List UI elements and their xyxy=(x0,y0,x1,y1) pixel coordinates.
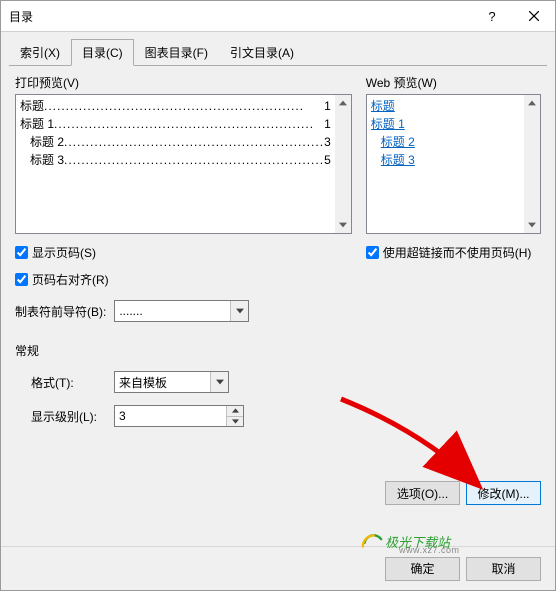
tab-figures[interactable]: 图表目录(F) xyxy=(134,39,219,66)
help-button[interactable]: ? xyxy=(471,1,513,31)
scroll-down-icon[interactable] xyxy=(524,217,540,233)
scrollbar[interactable] xyxy=(524,95,540,233)
toc-link[interactable]: 标题 1 xyxy=(371,115,405,133)
toc-link-entry: 标题 3 xyxy=(371,151,540,169)
scroll-down-icon[interactable] xyxy=(335,217,351,233)
web-preview-label: Web 预览(W) xyxy=(366,74,541,91)
toc-link-entry: 标题 1 xyxy=(371,115,540,133)
ok-button[interactable]: 确定 xyxy=(385,557,460,581)
toc-link-entry: 标题 xyxy=(371,97,540,115)
format-label: 格式(T): xyxy=(31,374,106,391)
hyperlinks-checkbox[interactable]: 使用超链接而不使用页码(H) xyxy=(366,244,541,261)
chevron-down-icon xyxy=(230,301,248,321)
show-page-checkbox[interactable]: 显示页码(S) xyxy=(15,244,352,261)
window-title: 目录 xyxy=(9,8,471,25)
cancel-button[interactable]: 取消 xyxy=(466,557,541,581)
toc-dialog: 目录 ? 索引(X) 目录(C) 图表目录(F) 引文目录(A) 打印预览(V)… xyxy=(0,0,556,591)
options-button[interactable]: 选项(O)... xyxy=(385,481,460,505)
toc-entry: 标题......................................… xyxy=(20,97,351,115)
print-preview: 标题......................................… xyxy=(15,94,352,234)
tab-toc[interactable]: 目录(C) xyxy=(71,39,134,66)
toc-link[interactable]: 标题 2 xyxy=(381,133,415,151)
toc-link[interactable]: 标题 3 xyxy=(381,151,415,169)
scroll-up-icon[interactable] xyxy=(524,95,540,111)
title-bar: 目录 ? xyxy=(1,1,555,32)
toc-entry: 标题 1....................................… xyxy=(20,115,351,133)
toc-link[interactable]: 标题 xyxy=(371,97,395,115)
close-button[interactable] xyxy=(513,1,555,31)
toc-link-entry: 标题 2 xyxy=(371,133,540,151)
format-select[interactable]: 来自模板 xyxy=(114,371,229,393)
toc-entry: 标题 3....................................… xyxy=(20,151,351,169)
spin-down-icon[interactable] xyxy=(226,417,243,427)
general-label: 常规 xyxy=(15,342,541,359)
toc-entry: 标题 2....................................… xyxy=(20,133,351,151)
chevron-down-icon xyxy=(210,372,228,392)
watermark: 极光下载站 www.xz7.com xyxy=(361,530,450,552)
tab-citations[interactable]: 引文目录(A) xyxy=(219,39,305,66)
dialog-footer: 确定 取消 xyxy=(1,546,555,590)
scroll-up-icon[interactable] xyxy=(335,95,351,111)
spin-up-icon[interactable] xyxy=(226,406,243,417)
web-preview: 标题标题 1 标题 2 标题 3 xyxy=(366,94,541,234)
print-preview-label: 打印预览(V) xyxy=(15,74,352,91)
modify-button[interactable]: 修改(M)... xyxy=(466,481,541,505)
right-align-checkbox[interactable]: 页码右对齐(R) xyxy=(15,271,352,288)
leader-label: 制表符前导符(B): xyxy=(15,303,106,320)
tab-index[interactable]: 索引(X) xyxy=(9,39,71,66)
levels-label: 显示级别(L): xyxy=(31,408,106,425)
logo-icon xyxy=(361,530,383,552)
leader-select[interactable]: ....... xyxy=(114,300,249,322)
levels-spinner[interactable]: 3 xyxy=(114,405,244,427)
tab-strip: 索引(X) 目录(C) 图表目录(F) 引文目录(A) xyxy=(9,39,547,66)
scrollbar[interactable] xyxy=(335,95,351,233)
